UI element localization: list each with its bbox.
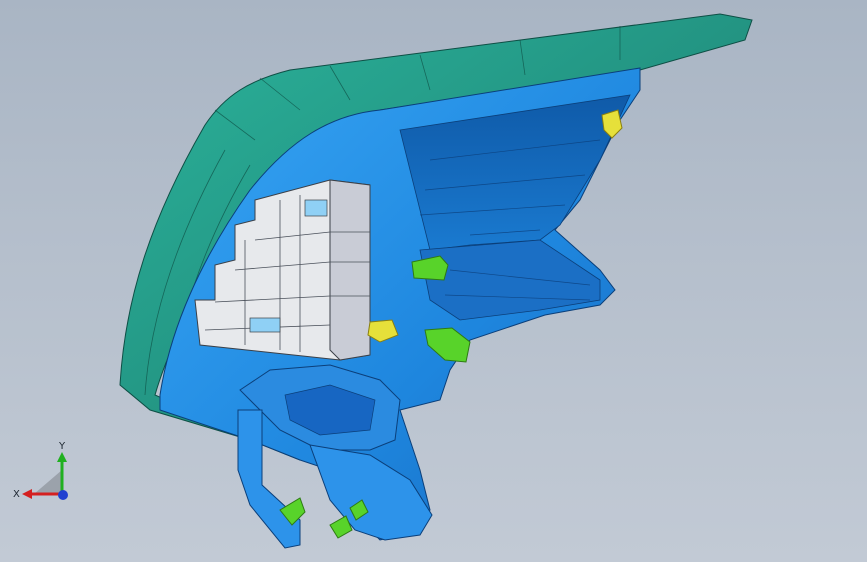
axis-triad: Y X <box>13 441 68 500</box>
cad-model[interactable] <box>0 0 867 562</box>
bracket-side-panel <box>329 179 371 361</box>
3d-viewport[interactable]: Y X <box>0 0 867 562</box>
x-axis-arrow <box>22 489 32 499</box>
bracket-clip-upper <box>304 199 328 217</box>
y-axis-arrow <box>57 452 67 462</box>
z-axis-dot <box>58 490 68 500</box>
x-axis-label: X <box>13 489 20 500</box>
y-axis-label: Y <box>58 441 66 452</box>
triad-plane <box>34 470 62 494</box>
bracket-clip-lower <box>249 317 281 333</box>
